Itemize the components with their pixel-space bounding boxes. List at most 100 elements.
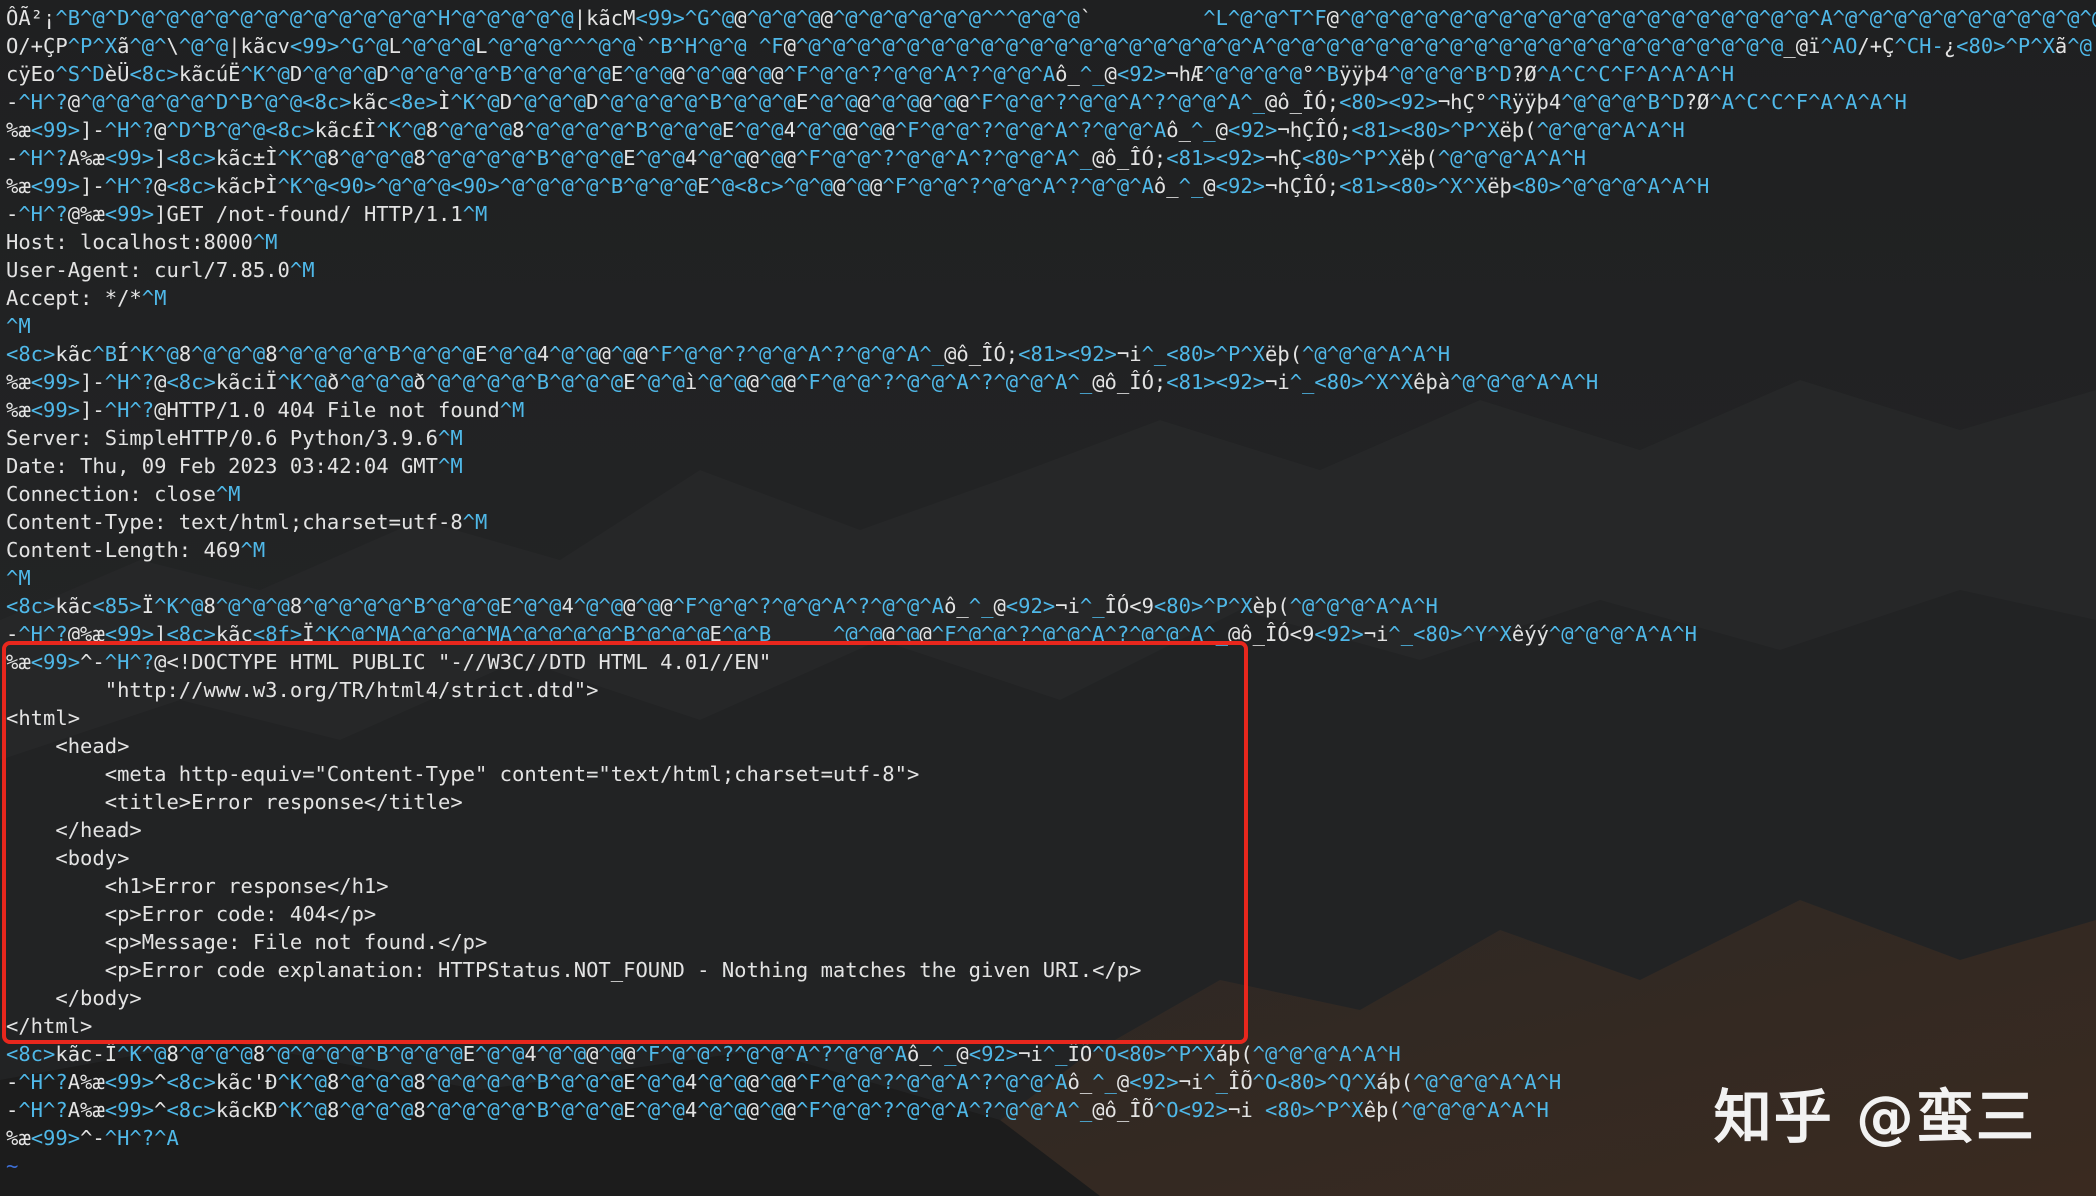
terminal-text: ÎÕ: [1227, 1070, 1253, 1094]
terminal-line: %æ<99>^-^H^?@<!DOCTYPE HTML PUBLIC "-//W…: [6, 648, 2096, 676]
terminal-text: -: [6, 146, 19, 170]
terminal-text: <p>Error code explanation: HTTPStatus.NO…: [6, 958, 1142, 982]
terminal-text: @: [1795, 34, 1809, 58]
terminal-text: ô_: [1104, 370, 1130, 394]
terminal-line: ^M: [6, 564, 2096, 592]
control-char-text: ^H^?: [104, 118, 155, 142]
terminal-text: 8: [512, 118, 525, 142]
terminal-line: Accept: */*^M: [6, 284, 2096, 312]
control-char-text: <90>: [450, 174, 500, 198]
control-char-text: <92>: [1215, 146, 1266, 170]
terminal-text: @: [956, 1042, 969, 1066]
control-char-text: <99>: [30, 370, 81, 394]
terminal-text: @: [67, 90, 81, 114]
terminal-text: cÿEo: [6, 62, 56, 86]
terminal-text: ¿: [1943, 34, 1957, 58]
terminal-text: ô_: [1067, 1070, 1093, 1094]
terminal-text: <head>: [6, 734, 130, 758]
control-char-text: ^AO: [1820, 34, 1858, 58]
terminal-text: ]-: [80, 398, 105, 422]
control-char-text: <92>: [1005, 594, 1056, 618]
terminal-text: 4: [536, 342, 550, 366]
control-char-text: ^P^X: [67, 34, 118, 58]
terminal-text: (: [2092, 34, 2096, 58]
terminal-text: @: [734, 62, 747, 86]
terminal-text: êýý: [1511, 622, 1549, 646]
control-char-text: <8c>: [6, 1042, 56, 1066]
terminal-text: <html>: [6, 706, 81, 730]
control-char-text: ^@^@^@^@^B^@^@^@^@: [388, 62, 611, 86]
terminal-text: E: [697, 174, 710, 198]
terminal-line: <8c>kãc-Ï^K^@8^@^@^@8^@^@^@^@^B^@^@^@E^@…: [6, 1040, 2096, 1068]
terminal-text: Ì: [438, 90, 451, 114]
terminal-line: </html>: [6, 1012, 2096, 1040]
control-char-text: <8c>: [166, 370, 216, 394]
control-char-text: ^@^@^@^A^A^H: [1252, 1042, 1401, 1066]
terminal-text: ô_: [1277, 90, 1303, 114]
control-char-text: <92>: [1116, 62, 1167, 86]
terminal-text: <p>Message: File not found.</p>: [6, 930, 488, 954]
control-char-text: ^@^@: [832, 622, 883, 646]
terminal-text: @: [870, 174, 883, 198]
terminal-text: L: [475, 34, 488, 58]
control-char-text: ^K^@: [376, 118, 426, 142]
terminal-text: ÎÕ: [1067, 1042, 1093, 1066]
control-char-text: ^_: [1190, 118, 1216, 142]
control-char-text: <92>: [1129, 1070, 1179, 1094]
control-char-text: <80>: [1339, 90, 1389, 114]
terminal-text: ô_: [1166, 118, 1191, 142]
terminal-line: <meta http-equiv="Content-Type" content=…: [6, 760, 2096, 788]
control-char-text: <81>: [1166, 370, 1216, 394]
control-char-text: ^@^@: [549, 342, 599, 366]
control-char-text: ^@^@^@: [339, 370, 414, 394]
terminal-line: <p>Message: File not found.</p>: [6, 928, 2096, 956]
terminal-text: Ï: [302, 622, 315, 646]
terminal-text: kãc: [55, 594, 93, 618]
control-char-text: ^H^?: [104, 650, 155, 674]
terminal-line: <8c>kãc^BÍ^K^@8^@^@^@8^@^@^@^@^B^@^@^@E^…: [6, 340, 2096, 368]
terminal-text: ÎÓ<9: [1104, 594, 1154, 618]
terminal-text: @: [783, 1070, 796, 1094]
terminal-text: ¬i: [1265, 370, 1290, 394]
terminal-text: _: [1783, 34, 1796, 58]
control-char-text: ^K^@: [240, 62, 290, 86]
control-char-text: ^F^@^@^?^@^@^A^?^@^@^A: [882, 174, 1154, 198]
terminal-text: @: [820, 6, 833, 30]
control-char-text: ^@^@: [635, 1070, 685, 1094]
terminal-line: -^H^?@%æ<99>]<8c>kãc<8f>Ï^K^@^MA^@^@^@^M…: [6, 620, 2096, 648]
terminal-text: èÜ: [104, 62, 130, 86]
terminal-text: <meta http-equiv="Content-Type" content=…: [6, 762, 920, 786]
terminal-text: ¬i: [1178, 1070, 1204, 1094]
terminal-text: E: [462, 1042, 476, 1066]
terminal-text: E: [721, 118, 735, 142]
terminal-text: D: [289, 62, 303, 86]
control-char-text: ^K^@^MA^@^@^@^MA^@^@^@^@^B^@^@^@: [314, 622, 710, 646]
terminal-text: E: [623, 1098, 636, 1122]
terminal-text: Host: localhost:8000: [6, 230, 253, 254]
terminal-text: kãc: [215, 622, 253, 646]
control-char-text: ^K^@: [277, 1098, 327, 1122]
control-char-text: <92>: [1178, 1098, 1228, 1122]
control-char-text: ^B: [1314, 62, 1340, 86]
control-char-text: ^F^@^@^?^@^@^A^?^@^@^A: [894, 118, 1167, 142]
terminal-text: ÔÃ²: [6, 6, 44, 30]
control-char-text: <80>: [1388, 174, 1438, 198]
control-char-text: <92>: [1227, 118, 1278, 142]
terminal-text: @: [1227, 622, 1241, 646]
terminal-text: @: [623, 594, 636, 618]
terminal-text: 4: [783, 118, 796, 142]
control-char-text: <80>: [1166, 342, 1216, 366]
terminal-text: <body>: [6, 846, 130, 870]
terminal-text: `: [1079, 6, 1204, 30]
terminal-text: `: [635, 34, 648, 58]
terminal-text: ]-: [80, 370, 105, 394]
terminal-text: @: [956, 90, 969, 114]
control-char-text: <8c>: [129, 62, 179, 86]
control-char-text: ^@^@^@^A^A^H: [1400, 1098, 1549, 1122]
control-char-text: ^@^@^@^@^B^@^@^@: [598, 90, 796, 114]
control-char-text: ^Q^X: [1326, 1070, 1377, 1094]
control-char-text: ^@^@: [635, 146, 685, 170]
control-char-text: ^@^@^@: [215, 594, 290, 618]
control-char-text: <80>: [1302, 146, 1352, 170]
control-char-text: ^@^@^@^@^B^@^@^@: [265, 1042, 463, 1066]
